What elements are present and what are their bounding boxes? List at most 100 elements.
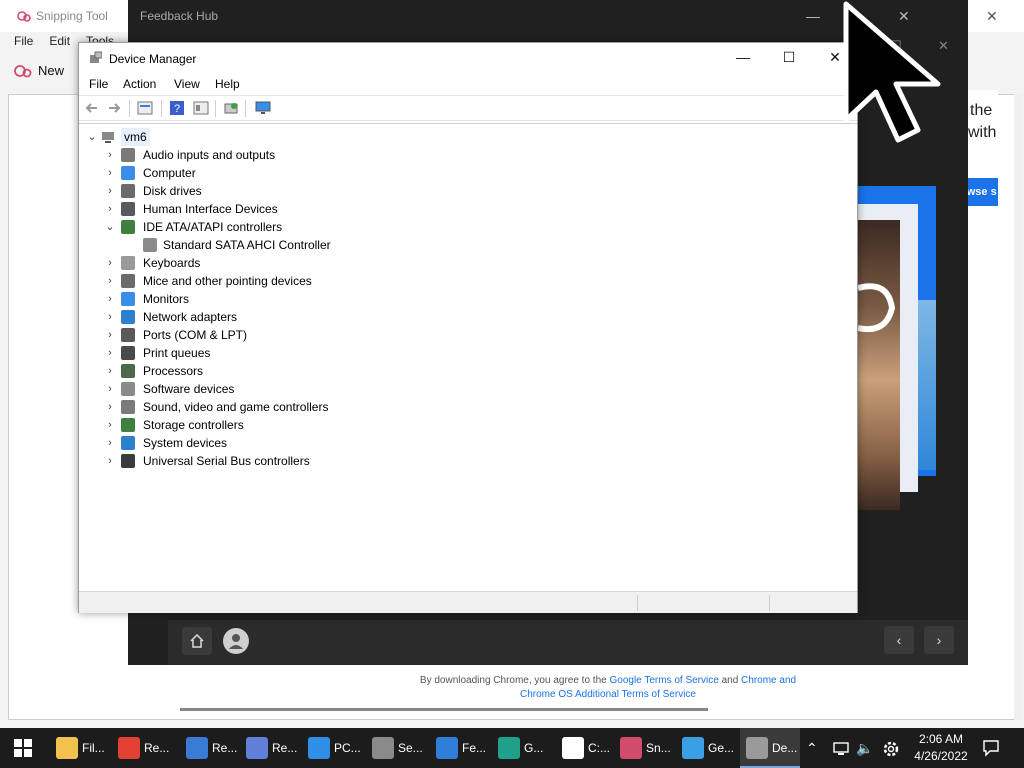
taskbar: Fil... Re... Re... Re... PC... Se... Fe... G...… (0, 728, 1024, 768)
menu-view[interactable]: View (174, 77, 200, 91)
device-category-icon (121, 328, 135, 342)
chevron-right-icon[interactable]: › (105, 434, 115, 452)
chevron-right-icon[interactable]: › (105, 344, 115, 362)
menu-action[interactable]: Action (123, 77, 156, 91)
user-icon (229, 634, 243, 649)
windows-start-icon[interactable] (14, 739, 32, 757)
home-button[interactable] (182, 627, 212, 655)
terms-and: and (721, 675, 739, 686)
feedback-hub-bottom-bar (168, 620, 968, 665)
taskbar-app-remote-desktop[interactable]: Re... (240, 728, 300, 768)
network-icon[interactable] (832, 740, 850, 756)
taskbar-app-edge[interactable]: G... (492, 728, 550, 768)
photo-sky (918, 300, 936, 470)
next-button[interactable]: › (924, 626, 954, 654)
feedback-hub-icon (436, 737, 458, 759)
taskbar-app-feedback-hub[interactable]: Fe... (430, 728, 490, 768)
terms-link-google[interactable]: Google Terms of Service (609, 675, 718, 686)
chevron-right-icon[interactable]: › (105, 362, 115, 380)
chevron-right-icon[interactable]: › (105, 146, 115, 164)
taskbar-app-registry[interactable]: Re... (180, 728, 238, 768)
device-category-icon (121, 166, 135, 180)
device-manager-window: Device Manager — ☐ ✕ File Action View He… (78, 42, 858, 613)
chevron-right-icon[interactable]: › (105, 290, 115, 308)
taskbar-app-chrome[interactable]: Re... (112, 728, 176, 768)
tree-item-label: Print queues (143, 346, 211, 360)
help-icon[interactable]: ? (169, 100, 185, 116)
taskbar-app-file-explorer[interactable]: Fil... (50, 728, 110, 768)
terms-link-chrome[interactable]: Chrome and (741, 675, 796, 686)
settings-gear-icon[interactable] (882, 740, 900, 758)
account-button[interactable] (223, 628, 249, 654)
tree-item-label: Software devices (143, 382, 235, 396)
device-manager-icon (746, 737, 768, 759)
device-category-icon (121, 184, 135, 198)
taskbar-app-get-started[interactable]: Ge... (676, 728, 738, 768)
promo-text-1: the (970, 102, 993, 119)
tree-root-label: vm6 (121, 128, 150, 146)
new-snip-button[interactable]: New (38, 63, 64, 78)
chevron-down-icon[interactable]: ⌄ (87, 128, 97, 146)
terms-link-chromeos[interactable]: Chrome OS Additional Terms of Service (520, 689, 696, 700)
promo-text-2: with (968, 124, 997, 141)
notifications-icon[interactable] (982, 739, 1000, 757)
chevron-right-icon[interactable]: › (105, 452, 115, 470)
chevron-right-icon[interactable]: › (105, 182, 115, 200)
chevron-up-icon[interactable]: ⌃ (806, 728, 818, 768)
device-category-icon (121, 220, 135, 234)
menu-edit[interactable]: Edit (49, 34, 70, 48)
volume-icon[interactable]: 🔈 (856, 728, 873, 768)
chevron-down-icon[interactable]: ⌄ (105, 218, 115, 236)
view-list-icon[interactable] (193, 100, 209, 116)
chevron-right-icon[interactable]: › (105, 308, 115, 326)
taskbar-app-pc-health[interactable]: PC... (302, 728, 364, 768)
taskbar-app-label: PC... (334, 741, 361, 755)
tree-item-label: Monitors (143, 292, 190, 306)
snip-horizontal-scrollbar[interactable] (180, 708, 708, 711)
tree-item-label: Human Interface Devices (143, 202, 278, 216)
scan-hardware-icon[interactable] (223, 100, 239, 116)
terms-pre: By downloading Chrome, you agree to the (419, 675, 607, 686)
properties-icon[interactable] (137, 100, 153, 116)
minimize-icon[interactable]: — (733, 49, 753, 65)
device-category-icon (121, 202, 135, 216)
monitor-icon[interactable] (255, 100, 271, 116)
chevron-right-icon[interactable]: › (105, 272, 115, 290)
chevron-right-icon[interactable]: › (105, 380, 115, 398)
back-arrow-icon[interactable] (83, 100, 99, 116)
tree-item-label: System devices (143, 436, 228, 450)
chevron-right-icon[interactable]: › (105, 398, 115, 416)
taskbar-app-label: C:... (588, 741, 611, 755)
settings-icon (372, 737, 394, 759)
taskbar-app-label: Re... (272, 741, 298, 755)
taskbar-app-label: Ge... (708, 741, 735, 755)
previous-button[interactable]: ‹ (884, 626, 914, 654)
device-category-icon (121, 400, 135, 414)
device-category-icon (121, 364, 135, 378)
tree-item-label: Keyboards (143, 256, 201, 270)
snipping-tool-icon (620, 737, 642, 759)
minimize-icon[interactable]: — (806, 8, 820, 24)
maximize-icon[interactable]: ☐ (779, 49, 799, 66)
chevron-right-icon[interactable]: › (105, 416, 115, 434)
forward-arrow-icon[interactable] (107, 100, 123, 116)
taskbar-app-label: Re... (144, 741, 170, 755)
device-category-icon (121, 310, 135, 324)
snip-vertical-scrollbar[interactable] (1014, 94, 1022, 720)
device-category-icon (121, 454, 135, 468)
close-icon[interactable]: ✕ (986, 8, 998, 25)
taskbar-app-settings[interactable]: Se... (366, 728, 428, 768)
tree-item-label: Mice and other pointing devices (143, 274, 312, 288)
chevron-right-icon[interactable]: › (105, 254, 115, 272)
taskbar-app-device-manager[interactable]: De... (740, 728, 800, 768)
chevron-right-icon[interactable]: › (105, 200, 115, 218)
chevron-right-icon[interactable]: › (105, 326, 115, 344)
taskbar-app-7zip[interactable]: C:... (556, 728, 612, 768)
menu-file[interactable]: File (14, 34, 33, 48)
taskbar-app-snipping-tool[interactable]: Sn... (614, 728, 674, 768)
chevron-right-icon[interactable]: › (105, 164, 115, 182)
menu-help[interactable]: Help (215, 77, 240, 91)
taskbar-clock[interactable]: 2:06 AM 4/26/2022 (906, 731, 976, 765)
registry-icon (186, 737, 208, 759)
menu-file[interactable]: File (89, 77, 108, 91)
